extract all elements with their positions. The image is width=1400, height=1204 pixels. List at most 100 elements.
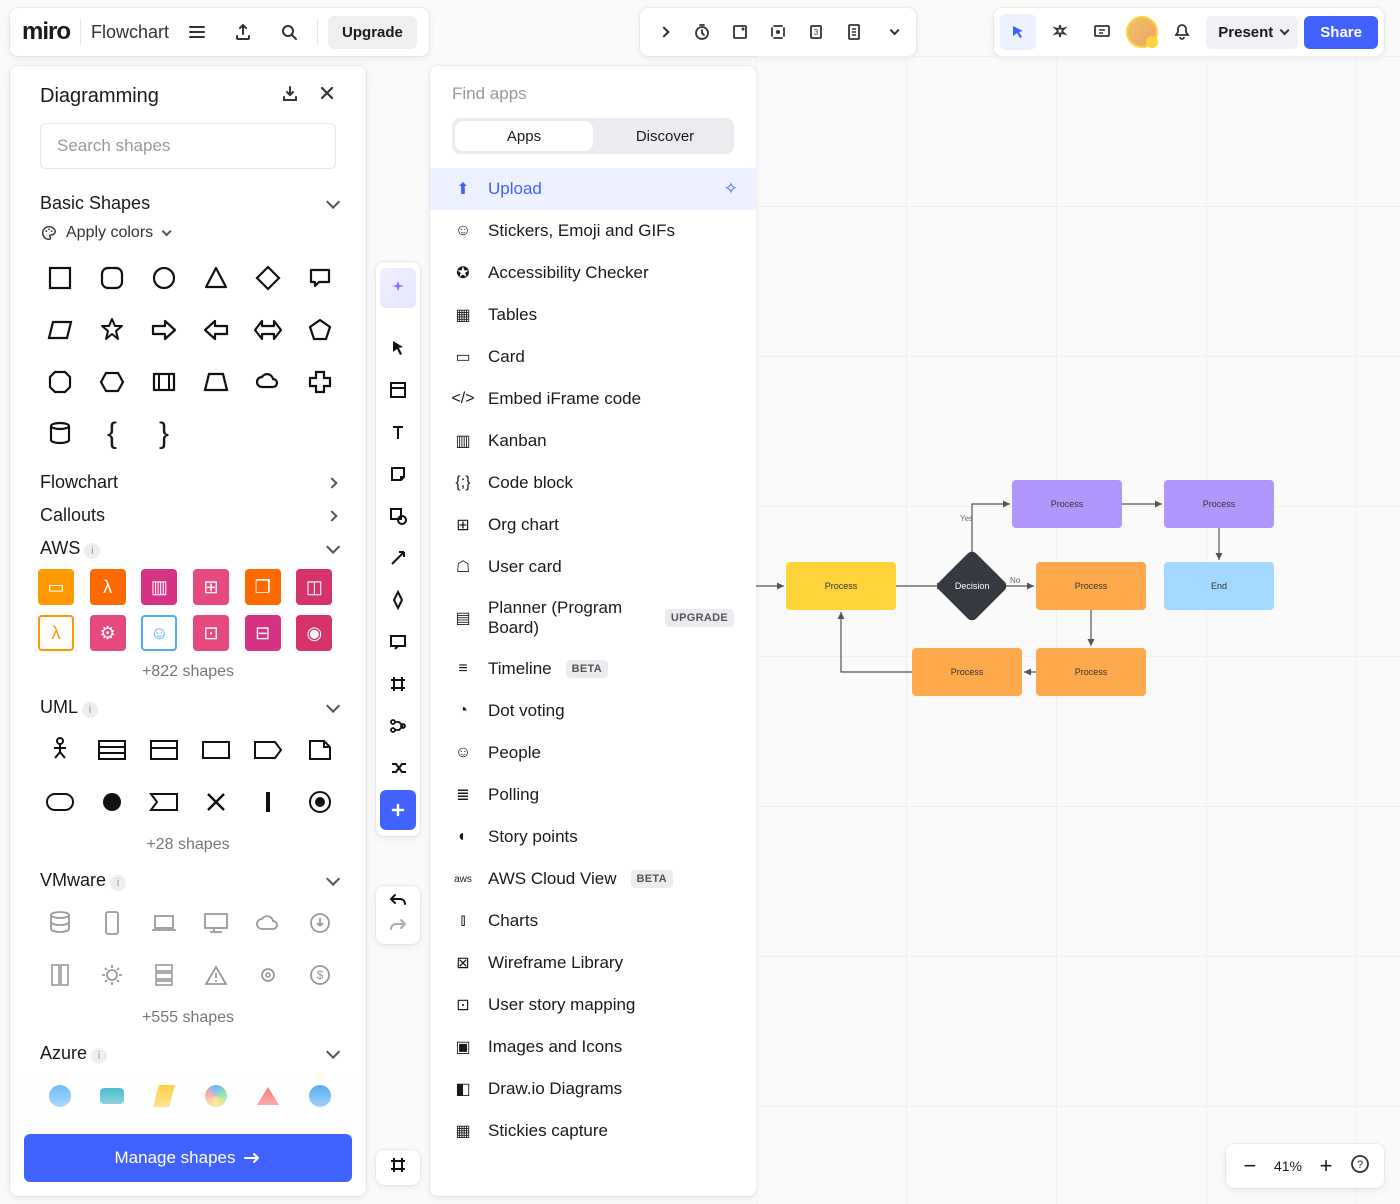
avatar[interactable] bbox=[1126, 16, 1158, 48]
aws-s3-icon[interactable]: ▭ bbox=[38, 569, 74, 605]
aws-more[interactable]: +822 shapes bbox=[24, 661, 352, 691]
app-kanban[interactable]: ▥Kanban bbox=[430, 420, 756, 462]
frame-icon[interactable] bbox=[380, 664, 416, 704]
node-p5[interactable]: Process bbox=[1036, 648, 1146, 696]
uml-more[interactable]: +28 shapes bbox=[24, 834, 352, 864]
shape-hexagon[interactable] bbox=[90, 360, 134, 404]
vm-desktop[interactable] bbox=[194, 901, 238, 945]
aws-gear-icon[interactable]: ⚙ bbox=[90, 615, 126, 651]
aws-user-icon[interactable]: ☺ bbox=[141, 615, 177, 651]
timer-icon[interactable] bbox=[684, 14, 720, 50]
share-button[interactable]: Share bbox=[1304, 16, 1378, 49]
shape-brace-left[interactable]: { bbox=[90, 412, 134, 456]
template-icon[interactable] bbox=[380, 370, 416, 410]
export-icon[interactable] bbox=[225, 14, 261, 50]
undo-icon[interactable] bbox=[388, 892, 408, 913]
shape-pentagon[interactable] bbox=[298, 308, 342, 352]
app-dot-voting[interactable]: ◔Dot voting bbox=[430, 690, 756, 732]
shape-cloud[interactable] bbox=[246, 360, 290, 404]
section-flowchart[interactable]: Flowchart bbox=[24, 466, 352, 499]
upgrade-button[interactable]: Upgrade bbox=[328, 16, 417, 49]
menu-icon[interactable] bbox=[179, 14, 215, 50]
section-uml[interactable]: UMLi bbox=[24, 691, 352, 724]
node-p3[interactable]: Process bbox=[1164, 480, 1274, 528]
select-icon[interactable] bbox=[380, 328, 416, 368]
sticky-icon[interactable] bbox=[380, 454, 416, 494]
aws-db-icon[interactable]: ▥ bbox=[141, 569, 177, 605]
shape-rounded-square[interactable] bbox=[90, 256, 134, 300]
uml-send[interactable] bbox=[246, 728, 290, 772]
shape-speech[interactable] bbox=[298, 256, 342, 300]
vm-warning[interactable] bbox=[194, 953, 238, 997]
section-callouts[interactable]: Callouts bbox=[24, 499, 352, 532]
aws-ec2-icon[interactable]: ⊞ bbox=[193, 569, 229, 605]
app-card[interactable]: ▭Card bbox=[430, 336, 756, 378]
app-user-card[interactable]: ☖User card bbox=[430, 546, 756, 588]
apply-colors[interactable]: Apply colors bbox=[24, 220, 352, 252]
section-vmware[interactable]: VMwarei bbox=[24, 864, 352, 897]
shape-cylinder[interactable] bbox=[38, 412, 82, 456]
app-upload[interactable]: ⬆Upload✧ bbox=[430, 168, 756, 210]
shape-star[interactable] bbox=[90, 308, 134, 352]
uml-note[interactable] bbox=[298, 728, 342, 772]
tab-apps[interactable]: Apps bbox=[455, 121, 593, 151]
aws-graph-icon[interactable]: ⊡ bbox=[193, 615, 229, 651]
app-aws-cloud-view[interactable]: awsAWS Cloud ViewBETA bbox=[430, 858, 756, 900]
arrow-icon[interactable] bbox=[380, 538, 416, 578]
vm-gear[interactable] bbox=[90, 953, 134, 997]
zoom-in-button[interactable]: + bbox=[1316, 1153, 1336, 1179]
search-input[interactable] bbox=[40, 123, 336, 169]
uml-delete[interactable] bbox=[194, 780, 238, 824]
app-images-and-icons[interactable]: ▣Images and Icons bbox=[430, 1026, 756, 1068]
uml-state[interactable] bbox=[38, 780, 82, 824]
shape-circle[interactable] bbox=[142, 256, 186, 300]
shape-arrow-left[interactable] bbox=[194, 308, 238, 352]
present-button[interactable]: Present bbox=[1206, 16, 1298, 49]
uml-receive[interactable] bbox=[142, 780, 186, 824]
text-icon[interactable] bbox=[380, 412, 416, 452]
apps-search[interactable]: Find apps bbox=[430, 84, 756, 118]
comments-icon[interactable] bbox=[1084, 14, 1120, 50]
vm-download[interactable] bbox=[298, 901, 342, 945]
uml-object[interactable] bbox=[194, 728, 238, 772]
zoom-out-button[interactable]: − bbox=[1240, 1153, 1260, 1179]
node-p2[interactable]: Process bbox=[1012, 480, 1122, 528]
import-icon[interactable] bbox=[280, 84, 300, 109]
uml-actor[interactable] bbox=[38, 728, 82, 772]
more-icon[interactable] bbox=[874, 14, 910, 50]
app-code-block[interactable]: {;}Code block bbox=[430, 462, 756, 504]
app-timeline[interactable]: ≡TimelineBETA bbox=[430, 648, 756, 690]
comment-icon[interactable] bbox=[380, 622, 416, 662]
app-wireframe-library[interactable]: ⊠Wireframe Library bbox=[430, 942, 756, 984]
app-planner-program-board-[interactable]: ▤Planner (Program Board)UPGRADE bbox=[430, 588, 756, 648]
vm-currency[interactable]: $ bbox=[298, 953, 342, 997]
estimation-icon[interactable]: 3 bbox=[798, 14, 834, 50]
app-polling[interactable]: ≣Polling bbox=[430, 774, 756, 816]
shape-triangle[interactable] bbox=[194, 256, 238, 300]
uml-initial[interactable] bbox=[90, 780, 134, 824]
app-accessibility-checker[interactable]: ✪Accessibility Checker bbox=[430, 252, 756, 294]
node-end[interactable]: End bbox=[1164, 562, 1274, 610]
zoom-value[interactable]: 41% bbox=[1274, 1158, 1302, 1174]
reactions-icon[interactable] bbox=[1042, 14, 1078, 50]
section-azure[interactable]: Azurei bbox=[24, 1037, 352, 1070]
logo[interactable]: miro bbox=[22, 18, 70, 46]
app-stickers-emoji-and-gifs[interactable]: ☺Stickers, Emoji and GIFs bbox=[430, 210, 756, 252]
shape-diamond[interactable] bbox=[246, 256, 290, 300]
voting-icon[interactable] bbox=[722, 14, 758, 50]
shape-cross[interactable] bbox=[298, 360, 342, 404]
frames-icon[interactable] bbox=[389, 1156, 407, 1179]
shuffle-icon[interactable] bbox=[380, 748, 416, 788]
aws-net-icon[interactable]: ◫ bbox=[296, 569, 332, 605]
help-icon[interactable]: ? bbox=[1350, 1154, 1370, 1179]
vm-server[interactable] bbox=[142, 953, 186, 997]
tab-discover[interactable]: Discover bbox=[596, 118, 734, 154]
shape-parallelogram[interactable] bbox=[38, 308, 82, 352]
shape-trapezoid[interactable] bbox=[194, 360, 238, 404]
shape-predefined[interactable] bbox=[142, 360, 186, 404]
section-aws[interactable]: AWSi bbox=[24, 532, 352, 565]
redo-icon[interactable] bbox=[388, 917, 408, 938]
aws-lambda2-icon[interactable]: λ bbox=[38, 615, 74, 651]
search-icon[interactable] bbox=[271, 14, 307, 50]
app-tables[interactable]: ▦Tables bbox=[430, 294, 756, 336]
